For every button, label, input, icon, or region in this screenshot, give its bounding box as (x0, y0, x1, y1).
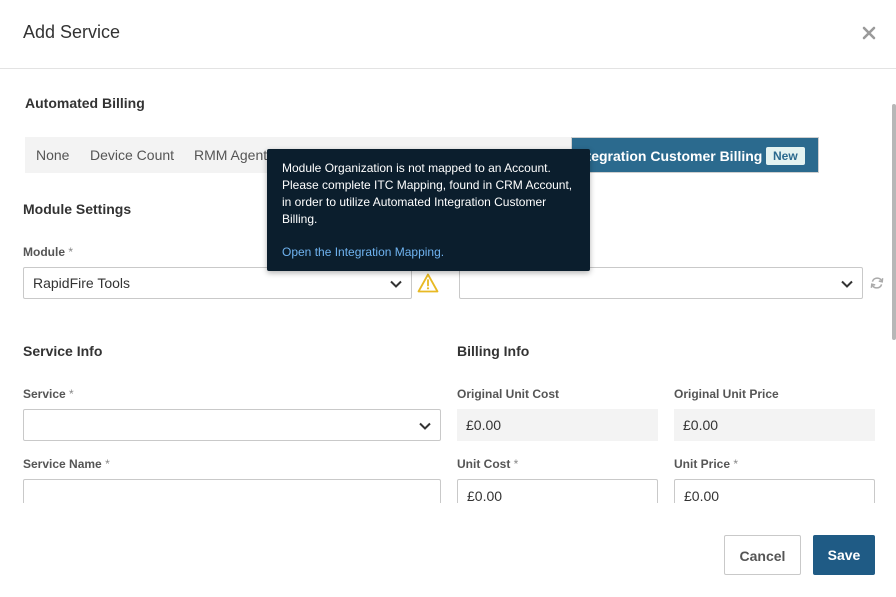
tooltip-message: Module Organization is not mapped to an … (282, 161, 573, 226)
second-module-select[interactable] (459, 267, 863, 299)
original-unit-price-value: £0.00 (683, 417, 719, 433)
original-unit-cost-field: £0.00 (457, 409, 658, 441)
chevron-down-icon (419, 422, 431, 430)
tab-integration-customer-billing[interactable]: ntegration Customer Billing New (571, 137, 819, 173)
original-unit-cost-label: Original Unit Cost (457, 387, 559, 401)
unit-cost-input[interactable]: £0.00 (457, 479, 658, 503)
tab-rmm-agent[interactable]: RMM Agent (194, 137, 267, 173)
unit-price-input[interactable]: £0.00 (674, 479, 875, 503)
warning-icon[interactable] (417, 273, 439, 293)
dialog-header: Add Service (0, 0, 896, 69)
new-badge: New (766, 147, 805, 165)
cancel-button[interactable]: Cancel (724, 535, 801, 575)
tab-integration-customer-billing-label: ntegration Customer Billing (578, 148, 763, 164)
integration-mapping-tooltip: Module Organization is not mapped to an … (267, 149, 590, 271)
unit-price-label: Unit Price * (674, 457, 739, 471)
module-select[interactable]: RapidFire Tools (23, 267, 412, 299)
original-unit-price-label: Original Unit Price (674, 387, 779, 401)
open-integration-mapping-link[interactable]: Open the Integration Mapping. (282, 245, 444, 259)
unit-cost-value: £0.00 (467, 488, 503, 503)
service-name-input[interactable] (23, 479, 441, 503)
dialog-title: Add Service (23, 22, 121, 42)
service-name-label: Service Name * (23, 457, 110, 471)
save-button[interactable]: Save (813, 535, 875, 575)
service-info-title: Service Info (23, 343, 103, 359)
automated-billing-title: Automated Billing (25, 95, 145, 111)
service-label: Service * (23, 387, 74, 401)
scrollbar[interactable] (892, 104, 896, 340)
unit-cost-label: Unit Cost * (457, 457, 519, 471)
service-select[interactable] (23, 409, 441, 441)
chevron-down-icon (841, 280, 853, 288)
module-settings-title: Module Settings (23, 201, 132, 217)
refresh-icon[interactable] (870, 276, 884, 290)
close-icon[interactable] (861, 25, 877, 41)
module-label: Module * (23, 245, 74, 259)
tab-device-count[interactable]: Device Count (90, 137, 174, 173)
original-unit-price-field: £0.00 (674, 409, 875, 441)
unit-price-value: £0.00 (684, 488, 720, 503)
original-unit-cost-value: £0.00 (466, 417, 502, 433)
tab-none[interactable]: None (36, 137, 69, 173)
module-select-value: RapidFire Tools (33, 275, 131, 291)
chevron-down-icon (390, 280, 402, 288)
billing-info-title: Billing Info (457, 343, 530, 359)
